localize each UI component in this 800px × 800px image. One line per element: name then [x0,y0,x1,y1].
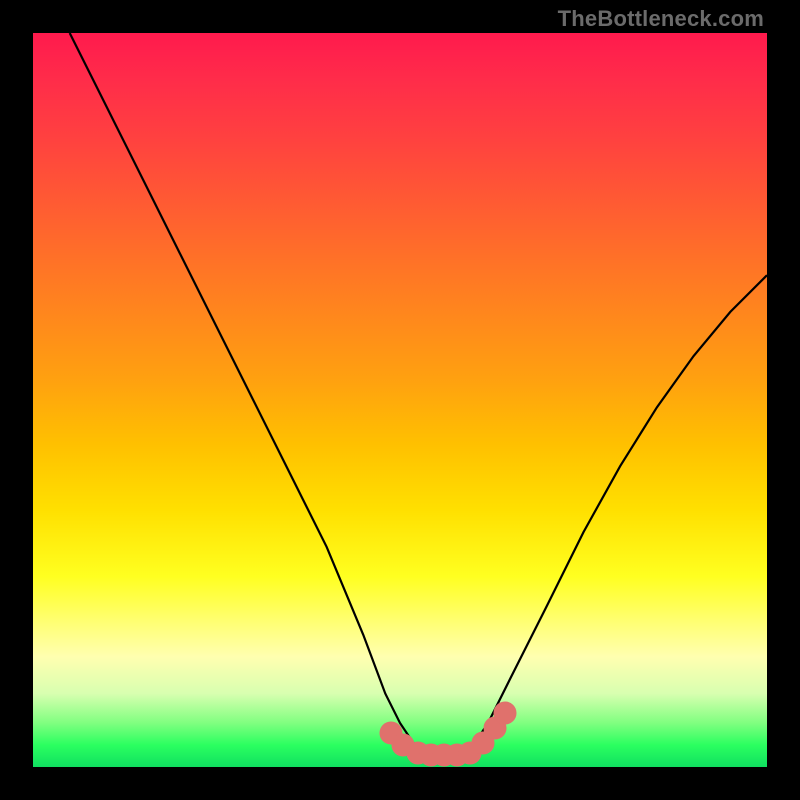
watermark-text: TheBottleneck.com [558,6,764,32]
chart-frame: TheBottleneck.com [0,0,800,800]
curve-layer [33,33,767,767]
bottleneck-curve [70,33,767,752]
plot-area [33,33,767,767]
